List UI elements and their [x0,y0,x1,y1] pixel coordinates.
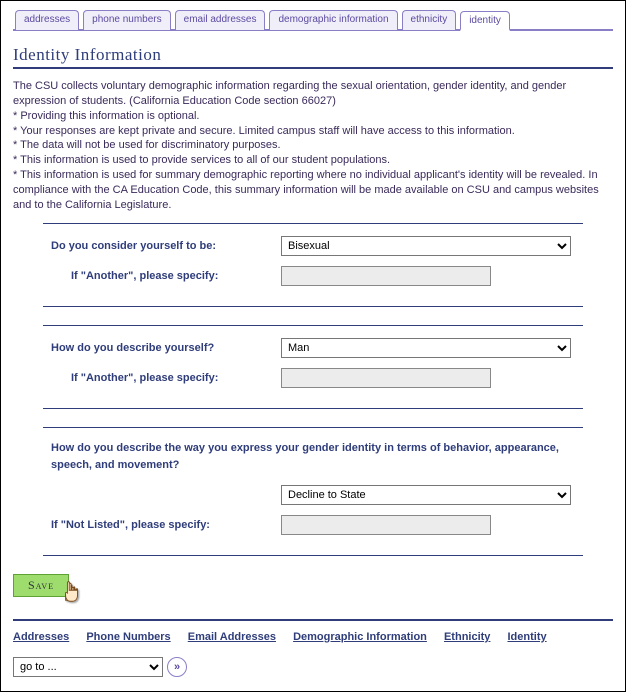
q2-label: How do you describe yourself? [51,342,281,354]
bottom-rule [13,619,613,621]
intro-b3: * The data will not be used for discrimi… [13,138,613,153]
link-identity[interactable]: Identity [507,631,546,643]
goto-nav: go to ... » [13,657,613,677]
q2-specify-label: If "Another", please specify: [51,372,281,384]
q2-select[interactable]: Man [281,338,571,358]
tab-ethnicity[interactable]: ethnicity [402,10,457,30]
bottom-links: Addresses Phone Numbers Email Addresses … [13,631,613,643]
q3-specify-label: If "Not Listed", please specify: [51,519,281,531]
link-demographic-information[interactable]: Demographic Information [293,631,427,643]
chevron-double-right-icon: » [174,661,180,673]
q3-label: How do you describe the way you express … [51,440,575,475]
q1-specify-label: If "Another", please specify: [51,270,281,282]
tab-identity[interactable]: identity [460,11,510,31]
link-phone-numbers[interactable]: Phone Numbers [86,631,170,643]
intro-text: The CSU collects voluntary demographic i… [13,79,613,213]
q3-specify-input[interactable] [281,515,491,535]
q2-specify-input[interactable] [281,368,491,388]
q1-select[interactable]: Bisexual [281,236,571,256]
goto-select[interactable]: go to ... [13,657,163,677]
link-addresses[interactable]: Addresses [13,631,69,643]
save-button[interactable]: Save [13,574,69,597]
link-email-addresses[interactable]: Email Addresses [188,631,276,643]
intro-p1: The CSU collects voluntary demographic i… [13,79,613,109]
tab-bar: addresses phone numbers email addresses … [13,9,613,31]
tab-demographic-information[interactable]: demographic information [269,10,397,30]
tab-email-addresses[interactable]: email addresses [175,10,266,30]
section-gender-expression: How do you describe the way you express … [43,427,583,556]
page-title: Identity Information [13,45,613,65]
section-orientation: Do you consider yourself to be: Bisexual… [43,223,583,307]
intro-b2: * Your responses are kept private and se… [13,124,613,139]
intro-b4: * This information is used to provide se… [13,153,613,168]
section-gender-identity: How do you describe yourself? Man If "An… [43,325,583,409]
q1-label: Do you consider yourself to be: [51,240,281,252]
tab-phone-numbers[interactable]: phone numbers [83,10,171,30]
goto-button[interactable]: » [167,657,187,677]
link-ethnicity[interactable]: Ethnicity [444,631,490,643]
q3-select[interactable]: Decline to State [281,485,571,505]
intro-b1: * Providing this information is optional… [13,109,613,124]
heading-rule [13,67,613,69]
tab-addresses[interactable]: addresses [15,10,79,30]
intro-b5: * This information is used for summary d… [13,168,613,213]
q1-specify-input[interactable] [281,266,491,286]
